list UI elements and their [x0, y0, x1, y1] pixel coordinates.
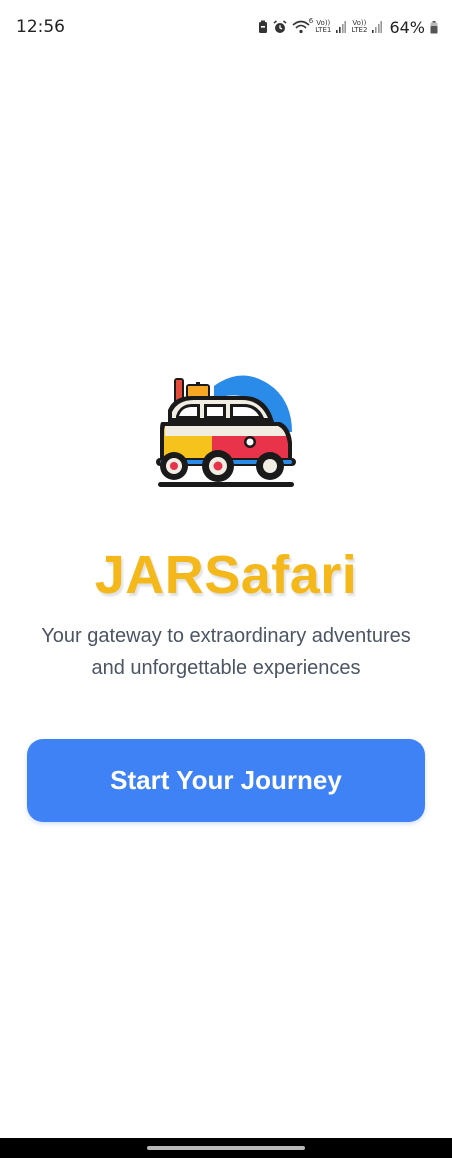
- wifi-icon: 6: [292, 17, 314, 34]
- start-journey-button[interactable]: Start Your Journey: [27, 739, 425, 822]
- signal-icon: [372, 21, 383, 33]
- app-title: JARSafari: [94, 545, 358, 605]
- status-time: 12:56: [16, 17, 65, 37]
- status-icons: 6 Vo)) LTE1 Vo)) LTE2 64%: [258, 16, 438, 38]
- van-logo-icon: [152, 370, 302, 494]
- lte1-tag: Vo)) LTE1: [315, 20, 331, 34]
- lte2-tag: Vo)) LTE2: [351, 20, 367, 34]
- navigation-bar: [0, 1138, 452, 1158]
- tagline-line-1: Your gateway to extraordinary adventures: [41, 625, 411, 647]
- battery-percentage: 64%: [389, 17, 425, 37]
- home-gesture-handle[interactable]: [147, 1146, 305, 1150]
- lte2-label: LTE2: [351, 26, 368, 34]
- battery-icon: [430, 20, 438, 34]
- lte1-label: LTE1: [315, 26, 332, 34]
- signal-icon: [336, 21, 347, 33]
- wifi-tag: 6: [308, 17, 314, 25]
- tagline: Your gateway to extraordinary adventures…: [20, 620, 432, 684]
- status-bar: 12:56 6 Vo)) LTE1 Vo)) LTE2 64%: [0, 0, 452, 56]
- alarm-icon: [273, 20, 287, 34]
- battery-saver-icon: [258, 20, 268, 34]
- tagline-line-2: and unforgettable experiences: [91, 657, 361, 679]
